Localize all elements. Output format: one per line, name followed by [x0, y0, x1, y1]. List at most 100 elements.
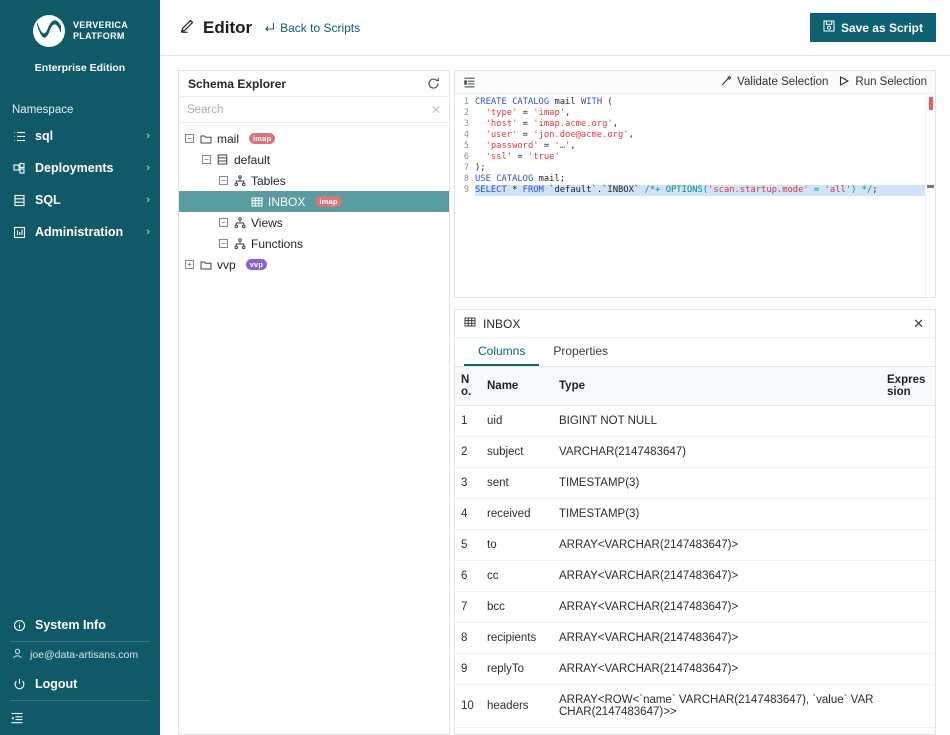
chevron-right-icon: ›	[146, 162, 150, 174]
schema-explorer-header: Schema Explorer	[179, 71, 449, 97]
code-content[interactable]: CREATE CATALOG mail WITH ( 'type' = 'ima…	[471, 94, 925, 297]
search-input[interactable]	[187, 103, 425, 116]
line-number: 3	[463, 119, 469, 129]
table-row[interactable]: 4 received TIMESTAMP(3)	[455, 498, 935, 530]
save-as-script-button[interactable]: Save as Script	[809, 13, 936, 42]
user-email-row: joe@data-artisans.com	[0, 642, 160, 668]
sidebar-item-logout[interactable]: Logout	[0, 668, 160, 700]
collapse-sidebar-icon[interactable]	[0, 701, 160, 735]
code-line[interactable]: 'user' = 'jon.doe@acme.org',	[475, 130, 925, 141]
cell-type: TIMESTAMP(3)	[553, 498, 881, 530]
sidebar-item-administration[interactable]: Administration ›	[0, 216, 160, 248]
database-icon	[12, 193, 26, 207]
tree-node-label: Views	[251, 215, 283, 230]
clear-x-icon[interactable]: ✕	[431, 104, 441, 116]
application-root: VERVERICA PLATFORM Enterprise Edition Na…	[0, 0, 950, 735]
connector-badge: vvp	[245, 259, 268, 270]
columns-table-header-row: No. Name Type Expression	[455, 367, 935, 406]
tree-node-tables[interactable]: − Tables	[179, 170, 449, 191]
back-to-scripts-link[interactable]: Back to Scripts	[264, 21, 360, 35]
cell-type: ARRAY<ROW<`name` VARCHAR(2147483647), `v…	[553, 684, 881, 728]
sidebar-item-system-info[interactable]: System Info	[0, 609, 160, 641]
cell-expression	[881, 529, 935, 561]
collapse-toggle-icon[interactable]: −	[185, 134, 194, 143]
code-line[interactable]: 'host' = 'imap.acme.org',	[475, 119, 925, 130]
run-selection-button[interactable]: Run Selection	[838, 75, 927, 90]
tab-columns[interactable]: Columns	[464, 338, 540, 366]
collapse-toggle-icon[interactable]: −	[219, 176, 228, 185]
table-icon	[464, 315, 476, 333]
editor-scrollbar[interactable]	[925, 94, 935, 297]
tree-node-default[interactable]: − default	[179, 149, 449, 170]
cell-expression	[881, 560, 935, 592]
collapse-toggle-icon[interactable]: −	[219, 218, 228, 227]
folder-icon	[199, 259, 212, 271]
schema-search-bar[interactable]: ✕	[179, 97, 449, 123]
tab-properties[interactable]: Properties	[539, 338, 622, 366]
table-row[interactable]: 5 to ARRAY<VARCHAR(2147483647)>	[455, 529, 935, 561]
sidebar-item-sql[interactable]: SQL ›	[0, 184, 160, 216]
code-line[interactable]: SELECT * FROM `default`.`INBOX` /*+ OPTI…	[475, 185, 925, 196]
schema-tree: − mail imap − default − Tables INBOX imap − Views −…	[179, 123, 449, 734]
code-line[interactable]: );	[475, 163, 925, 174]
code-line[interactable]: 'ssl' = 'true'	[475, 152, 925, 163]
sidebar-item-label: Logout	[35, 677, 78, 691]
schema-explorer-title: Schema Explorer	[188, 76, 287, 91]
code-line[interactable]: 'password' = '…',	[475, 141, 925, 152]
close-x-icon[interactable]: ✕	[913, 317, 924, 330]
ververica-logo-icon	[32, 14, 66, 48]
columns-table: No. Name Type Expression 1 uid BIGINT NOT …	[455, 367, 935, 728]
table-row[interactable]: 10 headers ARRAY<ROW<`name` VARCHAR(214748…	[455, 684, 935, 728]
columns-table-scroll[interactable]: No. Name Type Expression 1 uid BIGINT NOT …	[455, 367, 935, 734]
tree-node-functions[interactable]: − Functions	[179, 233, 449, 254]
sidebar-item-deployments[interactable]: Deployments ›	[0, 152, 160, 184]
table-row[interactable]: 9 replyTo ARRAY<VARCHAR(2147483647)>	[455, 653, 935, 685]
namespace-label: Namespace	[12, 104, 74, 116]
validate-selection-button[interactable]: Validate Selection	[720, 75, 828, 90]
code-line[interactable]: USE CATALOG mail;	[475, 174, 925, 185]
header-no: No.	[455, 367, 481, 406]
tree-node-inbox[interactable]: INBOX imap	[179, 191, 449, 212]
cell-name: uid	[481, 405, 553, 437]
sidebar: VERVERICA PLATFORM Enterprise Edition Na…	[0, 0, 160, 735]
cell-name: received	[481, 498, 553, 530]
tree-node-views[interactable]: − Views	[179, 212, 449, 233]
refresh-icon[interactable]	[427, 77, 440, 90]
table-row[interactable]: 6 cc ARRAY<VARCHAR(2147483647)>	[455, 560, 935, 592]
cell-name: replyTo	[481, 653, 553, 685]
code-area[interactable]: 123456789 CREATE CATALOG mail WITH ( 'ty…	[455, 94, 935, 297]
save-as-script-label: Save as Script	[840, 20, 923, 35]
table-details-panel: INBOX ✕ Columns Properties No. Name Type…	[454, 309, 936, 735]
page-title-text: Editor	[203, 17, 253, 37]
back-arrow-icon	[264, 21, 275, 35]
cell-name: sent	[481, 467, 553, 499]
table-details-header: INBOX ✕	[455, 310, 935, 338]
table-row[interactable]: 7 bcc ARRAY<VARCHAR(2147483647)>	[455, 591, 935, 623]
code-line[interactable]: CREATE CATALOG mail WITH (	[475, 97, 925, 108]
collapse-toggle-icon[interactable]: −	[219, 239, 228, 248]
sidebar-item-sql-namespace[interactable]: sql ›	[0, 120, 160, 152]
table-row[interactable]: 3 sent TIMESTAMP(3)	[455, 467, 935, 499]
cell-expression	[881, 436, 935, 468]
format-code-icon[interactable]	[463, 76, 476, 89]
schema-icon	[233, 174, 246, 187]
table-row[interactable]: 2 subject VARCHAR(2147483647)	[455, 436, 935, 468]
cell-type: TIMESTAMP(3)	[553, 467, 881, 499]
tree-node-label: Tables	[251, 173, 286, 188]
collapse-toggle-icon[interactable]: −	[202, 155, 211, 164]
line-number: 7	[463, 163, 469, 173]
cell-no: 7	[455, 591, 481, 623]
header-name: Name	[481, 367, 553, 406]
tree-node-vvp[interactable]: + vvp vvp	[179, 254, 449, 275]
columns-table-head: No. Name Type Expression	[455, 367, 935, 406]
table-row[interactable]: 1 uid BIGINT NOT NULL	[455, 405, 935, 437]
tree-node-mail[interactable]: − mail imap	[179, 128, 449, 149]
expand-toggle-icon[interactable]: +	[185, 260, 194, 269]
cell-name: recipients	[481, 622, 553, 654]
code-line[interactable]: 'type' = 'imap',	[475, 108, 925, 119]
tree-node-label: vvp	[217, 257, 236, 272]
cell-type: ARRAY<VARCHAR(2147483647)>	[553, 560, 881, 592]
table-row[interactable]: 8 recipients ARRAY<VARCHAR(2147483647)>	[455, 622, 935, 654]
database-icon	[216, 154, 229, 165]
user-icon	[12, 648, 23, 662]
